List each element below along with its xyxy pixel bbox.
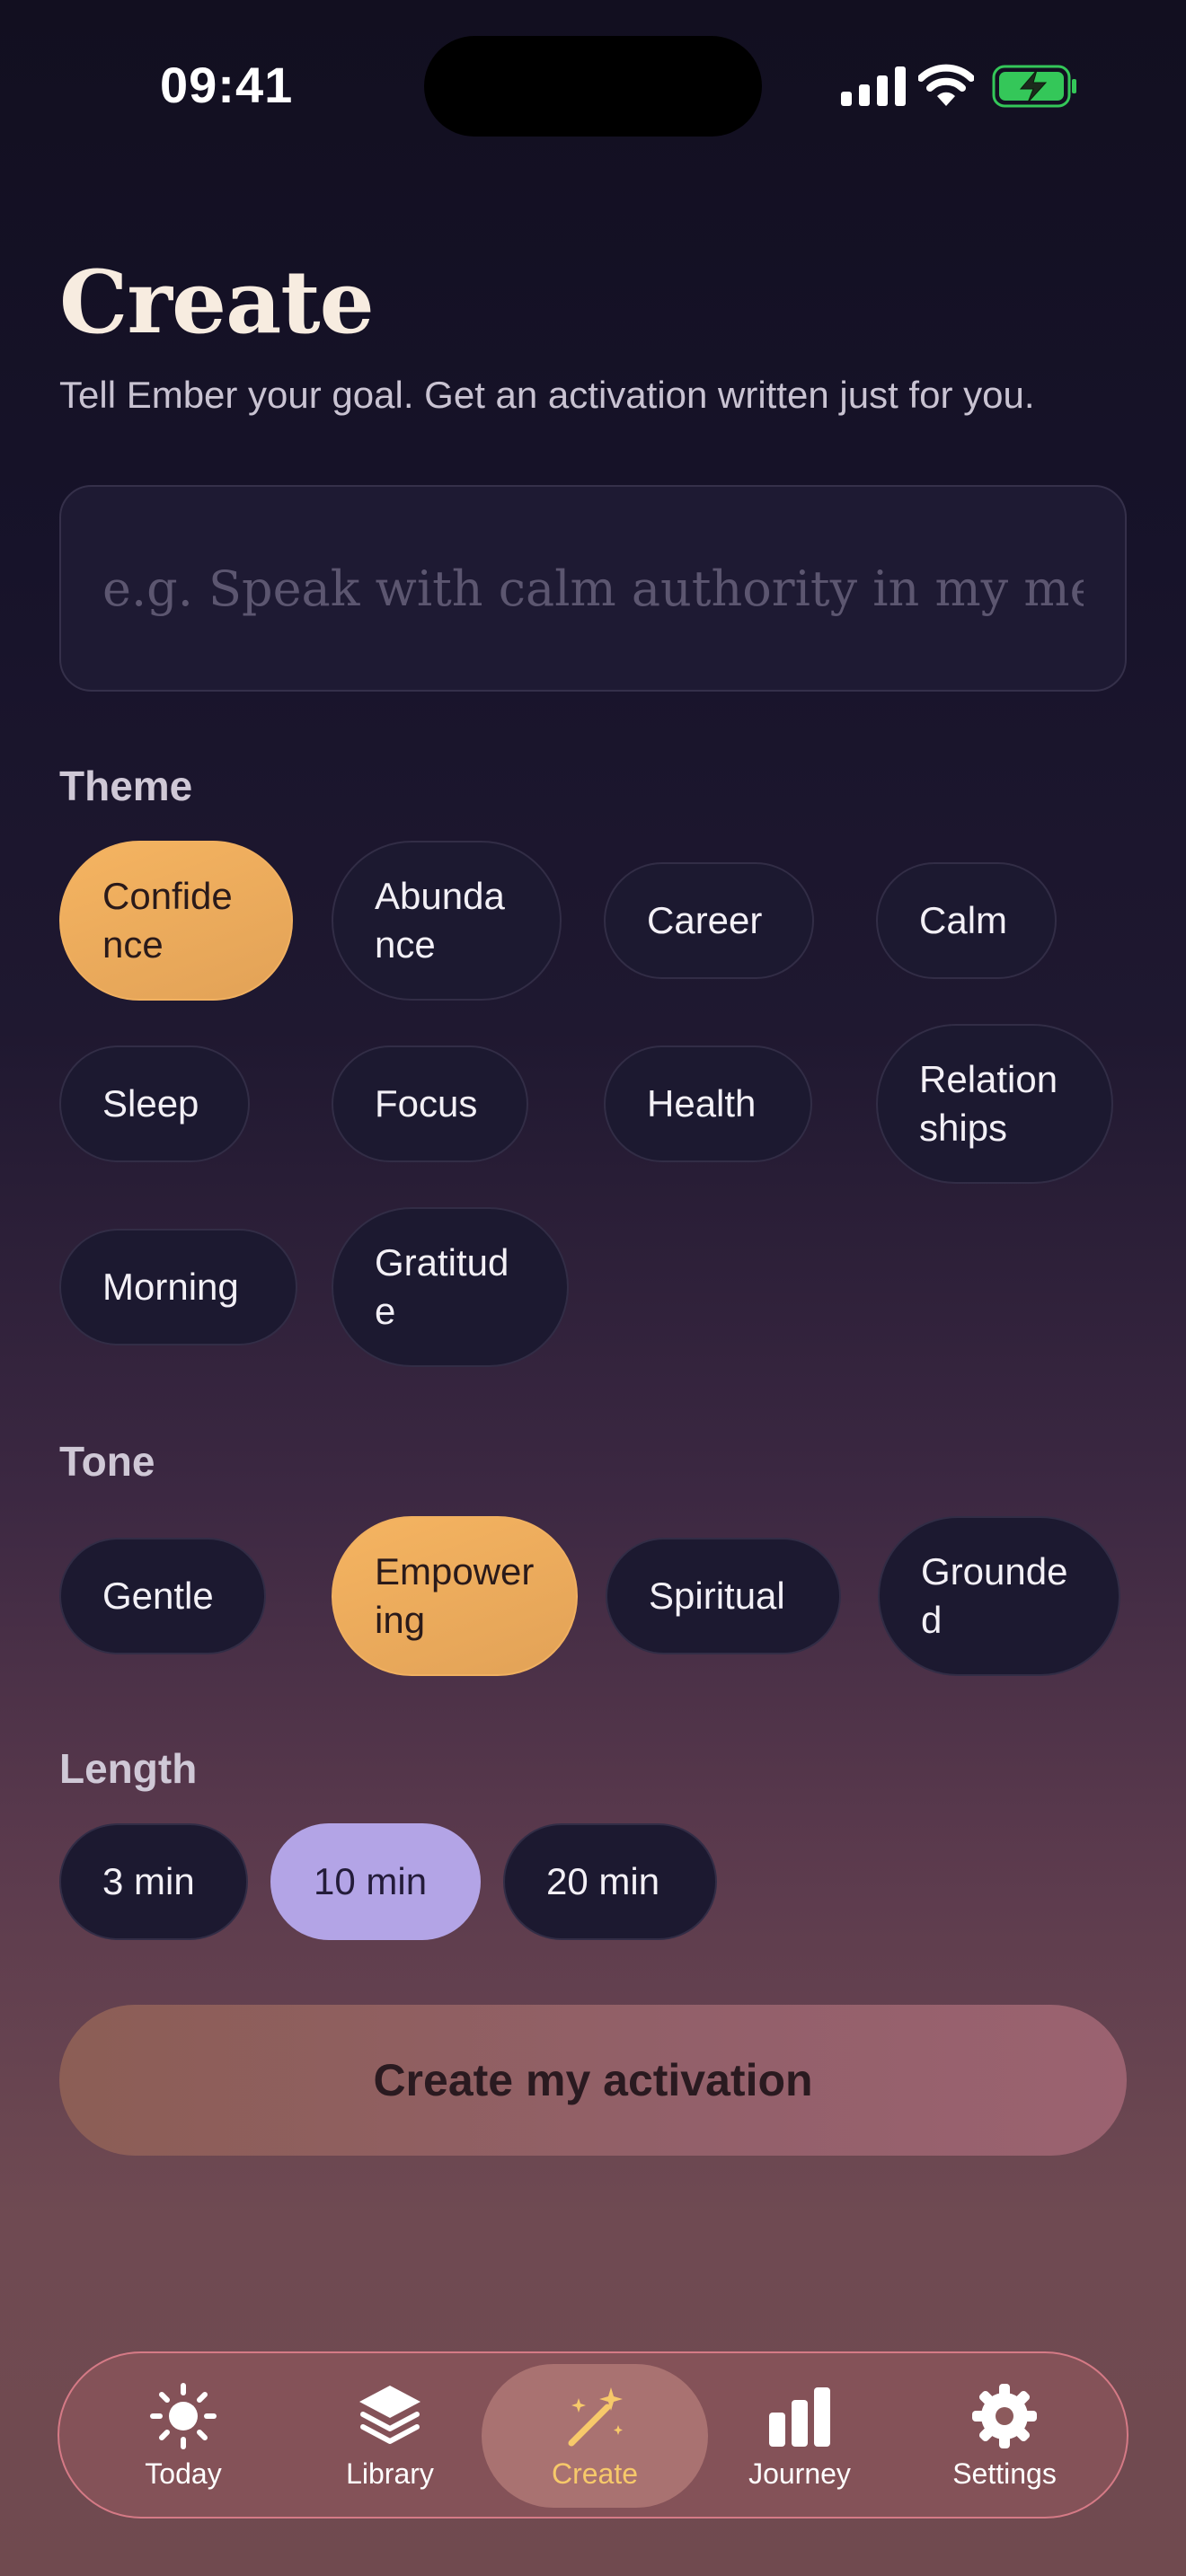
tab-today[interactable]: Today [70,2364,296,2508]
tab-label: Journey [748,2457,851,2490]
tone-chip-empowering[interactable]: Empowering [332,1516,578,1676]
chip-label: 3 min [102,1860,195,1902]
sun-icon [150,2383,217,2449]
cellular-signal-icon [841,66,906,106]
chip-label: Confidence [102,875,233,966]
wifi-icon [918,64,974,106]
chip-label: Morning [102,1266,239,1308]
dynamic-island [424,36,762,137]
tab-create[interactable]: Create [482,2364,708,2508]
length-chip-3-min[interactable]: 3 min [59,1823,248,1940]
tone-chip-spiritual[interactable]: Spiritual [606,1538,841,1654]
tab-label: Settings [952,2457,1057,2490]
layers-icon [359,2386,420,2444]
status-time: 09:41 [160,57,294,113]
tone-chip-gentle[interactable]: Gentle [59,1538,266,1654]
status-bar: 09:41 [0,0,1186,171]
tab-label: Today [145,2457,222,2490]
chip-label: Spiritual [649,1575,785,1617]
tab-bar: Today Library Create Journey Settings [58,2351,1128,2519]
chip-label: Empowering [375,1550,535,1641]
battery-icon [992,65,1076,108]
chip-label: Abundance [375,875,505,966]
chip-label: Focus [375,1082,478,1125]
tab-journey[interactable]: Journey [686,2364,913,2508]
chip-label: Gratitude [375,1241,509,1332]
tab-library[interactable]: Library [277,2364,503,2508]
chip-label: 10 min [314,1860,428,1902]
chip-label: Grounded [921,1550,1068,1641]
tab-settings[interactable]: Settings [891,2364,1118,2508]
theme-chip-career[interactable]: Career [604,862,814,979]
tab-label: Library [346,2457,434,2490]
page-title: Create [59,251,375,353]
chip-label: Sleep [102,1082,199,1125]
length-chip-10-min[interactable]: 10 min [270,1823,481,1940]
theme-chip-gratitude[interactable]: Gratitude [332,1207,569,1367]
theme-chip-sleep[interactable]: Sleep [59,1045,250,1162]
theme-chip-health[interactable]: Health [604,1045,812,1162]
chip-label: 20 min [546,1860,660,1902]
goal-input[interactable] [59,485,1127,692]
tab-label: Create [551,2457,639,2490]
theme-chip-abundance[interactable]: Abundance [332,841,562,1001]
chip-label: Health [647,1082,757,1125]
length-chip-20-min[interactable]: 20 min [503,1823,717,1940]
chip-label: Career [647,899,763,941]
bar-chart-icon [769,2387,830,2447]
theme-chip-morning[interactable]: Morning [59,1229,297,1345]
theme-chip-relationships[interactable]: Relationships [876,1024,1113,1184]
theme-chip-focus[interactable]: Focus [332,1045,528,1162]
chip-label: Relationships [919,1058,1058,1149]
create-activation-button[interactable]: Create my activation [59,2005,1127,2156]
page-subtitle: Tell Ember your goal. Get an activation … [59,374,1035,416]
theme-chip-confidence[interactable]: Confidence [59,841,293,1001]
gear-icon [972,2384,1037,2448]
magic-wand-icon [568,2387,623,2447]
chip-label: Gentle [102,1575,214,1617]
theme-chip-calm[interactable]: Calm [876,862,1057,979]
length-label: Length [59,1745,198,1792]
tone-label: Tone [59,1438,155,1485]
tone-chip-grounded[interactable]: Grounded [878,1516,1120,1676]
chip-label: Calm [919,899,1008,941]
theme-label: Theme [59,763,193,809]
